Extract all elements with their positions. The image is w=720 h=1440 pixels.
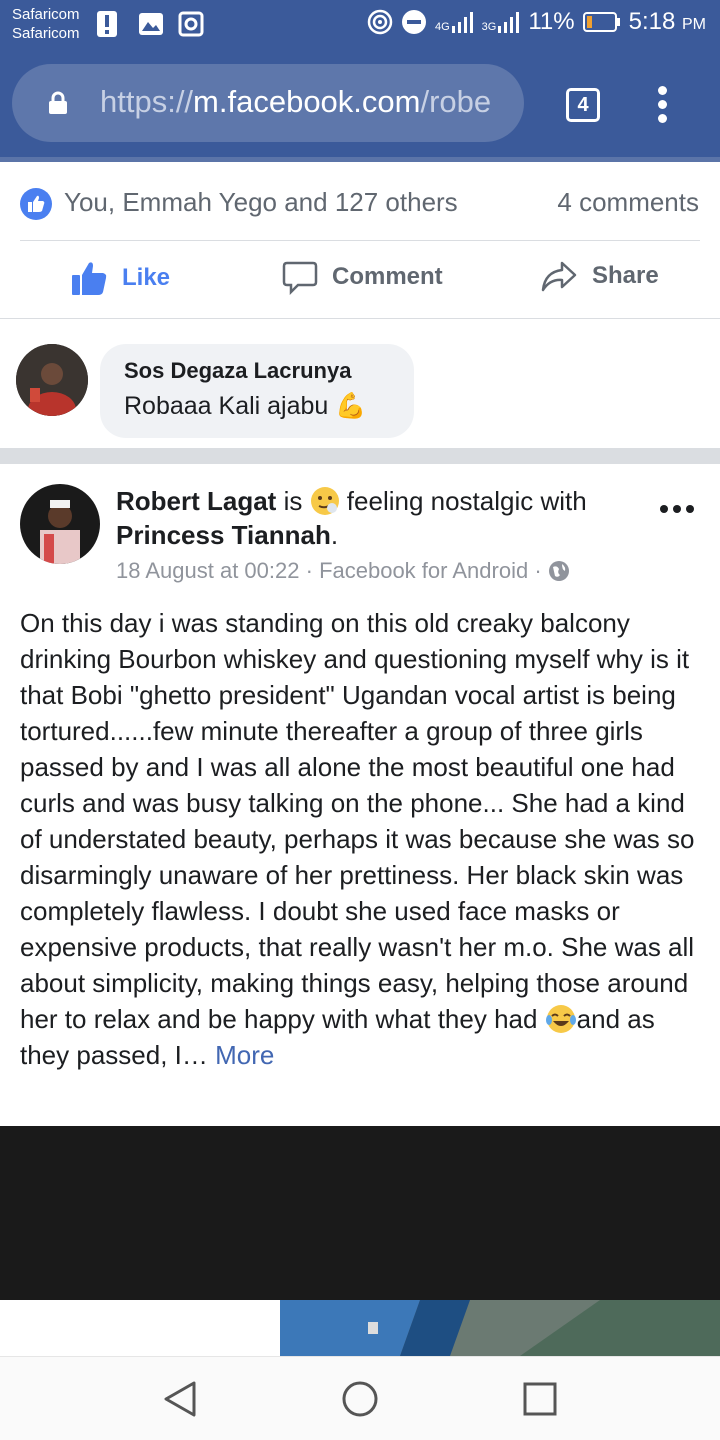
post-header: Robert Lagat is feeling nostalgic with P… [116, 484, 646, 552]
comments-count[interactable]: 4 comments [557, 187, 699, 218]
url-scheme: https:// [100, 84, 194, 119]
comment-button[interactable]: Comment [282, 259, 443, 295]
meta-separator: · [299, 558, 320, 583]
likes-text[interactable]: You, Emmah Yego and 127 others [64, 187, 458, 218]
post-feeling-text: feeling nostalgic with [339, 486, 587, 516]
tab-switcher-button[interactable]: 4 [566, 88, 600, 122]
reactions-summary[interactable]: You, Emmah Yego and 127 others 4 comment… [0, 162, 720, 244]
post-source: Facebook for Android [319, 558, 529, 583]
post-author-name[interactable]: Robert Lagat [116, 486, 276, 516]
back-icon[interactable] [162, 1379, 198, 1419]
signal-2: 3G [482, 11, 521, 33]
see-more-link[interactable]: More [215, 1040, 274, 1070]
post-body-text: On this day i was standing on this old c… [20, 608, 695, 1034]
share-button[interactable]: Share [540, 259, 659, 293]
clock-suffix: PM [682, 16, 706, 33]
like-badge-icon [20, 188, 52, 220]
comment-author[interactable]: Sos Degaza Lacrunya [124, 358, 351, 384]
android-nav-bar [0, 1356, 720, 1440]
comment-text: Robaaa Kali ajabu 💪 [124, 392, 366, 421]
browser-toolbar: https://m.facebook.com/robe 4 [0, 48, 720, 160]
commenter-avatar[interactable] [16, 344, 88, 416]
hotspot-icon [367, 9, 393, 35]
network-type-2: 3G [481, 21, 497, 33]
tagged-user[interactable]: Princess Tiannah [116, 520, 331, 550]
flexed-biceps-emoji: 💪 [335, 392, 367, 420]
screenshot-icon [178, 11, 204, 37]
post-separator [0, 448, 720, 464]
share-label: Share [592, 262, 659, 289]
clock: 5:18 PM [629, 8, 706, 36]
url-host: m.facebook.com [193, 84, 421, 119]
lock-icon [49, 91, 67, 114]
share-arrow-icon [541, 261, 577, 292]
browser-menu-icon[interactable] [658, 86, 667, 128]
carrier-labels: Safaricom Safaricom [12, 5, 80, 43]
home-icon[interactable] [340, 1379, 380, 1419]
network-type-1: 4G [434, 21, 450, 33]
url-text[interactable]: https://m.facebook.com/robe [100, 84, 516, 120]
post-actions: Like Comment Share [0, 241, 720, 319]
tears-of-joy-emoji-icon [545, 1005, 576, 1033]
meta-separator: · [528, 558, 548, 583]
post-timestamp[interactable]: 18 August at 00:22 [116, 558, 300, 583]
globe-icon [548, 561, 569, 581]
post-meta: 18 August at 00:22 · Facebook for Androi… [116, 558, 570, 584]
clock-time: 5:18 [628, 8, 676, 35]
comment-label: Comment [332, 263, 443, 290]
recents-icon[interactable] [522, 1379, 558, 1419]
post-period: . [330, 520, 339, 550]
like-label: Like [122, 264, 171, 291]
address-bar[interactable]: https://m.facebook.com/robe [12, 64, 524, 142]
battery-percent: 11% [528, 8, 575, 35]
post-is-text: is [276, 486, 310, 516]
battery-icon [582, 12, 620, 32]
status-right: 4G 3G 11% 5:18 PM [367, 8, 706, 36]
comment-bubble[interactable]: Sos Degaza Lacrunya Robaaa Kali ajabu 💪 [100, 344, 414, 438]
comment-text-content: Robaaa Kali ajabu [124, 392, 329, 420]
signal-bars-icon [451, 12, 473, 33]
comment-bubble-icon [282, 261, 318, 295]
status-bar: Safaricom Safaricom 4G 3G 11% 5:18 PM [0, 0, 720, 48]
carrier-2: Safaricom [12, 25, 80, 42]
alert-icon [97, 11, 117, 37]
signal-bars-icon [498, 12, 520, 33]
thumbs-up-icon [72, 262, 107, 295]
post-photo[interactable] [0, 1126, 720, 1300]
do-not-disturb-icon [401, 10, 426, 34]
post-author-avatar[interactable] [20, 484, 100, 564]
image-icon [139, 13, 163, 35]
post-body: On this day i was standing on this old c… [20, 605, 706, 1073]
like-button[interactable]: Like [70, 259, 170, 297]
signal-1: 4G [435, 11, 474, 33]
nostalgic-emoji-icon [310, 487, 339, 515]
post-photo-preview[interactable] [0, 1300, 720, 1356]
carrier-1: Safaricom [12, 6, 80, 23]
divider [0, 318, 720, 319]
url-path: /robe [420, 84, 492, 119]
post-options-icon[interactable] [660, 505, 694, 513]
